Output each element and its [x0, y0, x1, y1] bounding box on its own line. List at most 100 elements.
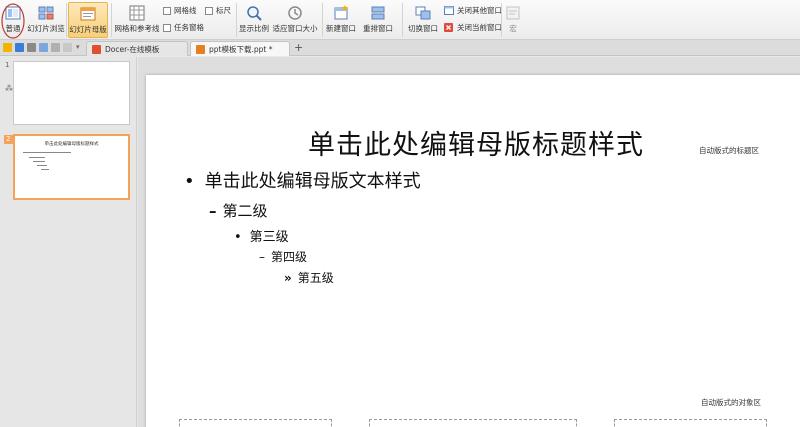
ribbon-toolbar: 普通 幻灯片浏览 幻灯片母版 网格和参考线 网格线 标尺 任务窗格 显示比例 适… [0, 0, 800, 40]
bullet-level-5[interactable]: » 第五级 [284, 269, 334, 286]
slide-master-label: 幻灯片母版 [69, 25, 107, 34]
slide-master-button[interactable]: 幻灯片母版 [68, 2, 108, 38]
bullet-level-1[interactable]: • 单击此处编辑母版文本样式 [184, 167, 421, 193]
chevron-down-icon[interactable]: ▾ [76, 43, 82, 52]
bullet-level-2[interactable]: – 第二级 [209, 200, 268, 221]
close-current-window-button[interactable]: 关闭当前窗口 [444, 22, 502, 33]
macro-icon [505, 5, 521, 21]
slide-editing-area: 单击此处编辑母版标题样式 自动版式的标题区 • 单击此处编辑母版文本样式 – 第… [138, 57, 800, 427]
new-tab-plus-icon[interactable]: + [294, 41, 303, 54]
checkbox-box[interactable] [163, 6, 171, 15]
zoom-label: 显示比例 [239, 24, 269, 33]
print-icon[interactable] [27, 43, 36, 52]
master-slide[interactable]: 单击此处编辑母版标题样式 自动版式的标题区 • 单击此处编辑母版文本样式 – 第… [146, 75, 800, 427]
thumbnail-number: 2 [6, 135, 11, 143]
macro-button[interactable]: 宏 [504, 2, 522, 38]
bullet-marker: » [284, 271, 292, 285]
bullet-text: 第五级 [297, 271, 334, 285]
thumbnail-line [23, 152, 71, 153]
fit-window-button[interactable]: 适应窗口大小 [272, 2, 318, 38]
thumbnail-slide-1[interactable] [13, 61, 130, 125]
close-red-icon [444, 23, 453, 32]
thumbnail-line [41, 169, 49, 170]
undo-icon[interactable] [51, 43, 60, 52]
pin-icon: ⁂ [5, 84, 13, 93]
magnifier-icon [246, 5, 262, 21]
footer-placeholder[interactable] [369, 419, 577, 427]
docer-icon [92, 44, 101, 54]
thumbnail-slide-2[interactable]: 单击此处编辑母版标题样式 [13, 134, 130, 200]
slide-thumbnail-pane: 1 ⁂ 2 单击此处编辑母版标题样式 [0, 57, 137, 427]
slide-number-placeholder[interactable] [614, 419, 767, 427]
bullet-text: 第三级 [249, 230, 289, 245]
bullet-marker: – [259, 250, 265, 264]
slide-sorter-label: 幻灯片浏览 [27, 24, 65, 33]
gridlines-label: 网格线 [174, 6, 197, 15]
close-other-windows-button[interactable]: 关闭其他窗口 [444, 5, 502, 16]
arrange-windows-label: 重排窗口 [363, 24, 393, 33]
master-title-placeholder[interactable]: 单击此处编辑母版标题样式 [146, 123, 800, 162]
open-folder-icon[interactable] [3, 43, 12, 52]
slide-sorter-icon [38, 5, 54, 21]
new-window-label: 新建窗口 [326, 24, 356, 33]
switch-window-button[interactable]: 切换窗口 [404, 2, 442, 38]
document-tab-bar: ▾ Docer-在线模板 ppt模板下载.ppt * + [0, 40, 800, 56]
bullet-marker: – [209, 202, 217, 220]
close-current-window-label: 关闭当前窗口 [457, 23, 502, 32]
zoom-button[interactable]: 显示比例 [238, 2, 270, 38]
ruler-label: 标尺 [216, 6, 231, 15]
grid-reference-label: 网格和参考线 [114, 24, 160, 33]
gridlines-checkbox[interactable]: 网格线 [163, 5, 197, 16]
tab-docer-templates[interactable]: Docer-在线模板 [86, 41, 188, 56]
ribbon-separator [501, 3, 502, 37]
ribbon-separator [66, 3, 67, 37]
close-other-windows-label: 关闭其他窗口 [457, 6, 502, 15]
windows-icon [444, 6, 454, 15]
bullet-text: 单击此处编辑母版文本样式 [204, 171, 421, 192]
checkbox-box[interactable] [205, 6, 213, 15]
taskpane-checkbox[interactable]: 任务窗格 [163, 22, 204, 33]
bullet-text: 第四级 [271, 250, 308, 264]
thumbnail-line [29, 157, 45, 158]
bullet-level-4[interactable]: – 第四级 [259, 248, 307, 265]
tab-label: ppt模板下载.ppt * [209, 44, 273, 54]
print-preview-icon[interactable] [39, 43, 48, 52]
fit-window-label: 适应窗口大小 [272, 24, 318, 33]
ribbon-separator [111, 3, 112, 37]
ribbon-separator [236, 3, 237, 37]
tab-current-document[interactable]: ppt模板下载.ppt * [190, 41, 290, 56]
ppt-file-icon [196, 44, 205, 54]
macro-label: 宏 [509, 24, 517, 33]
bullet-text: 第二级 [222, 202, 268, 220]
tab-label: Docer-在线模板 [105, 44, 160, 54]
new-window-icon [333, 5, 349, 21]
ribbon-separator [402, 3, 403, 37]
object-area-label: 自动版式的对象区 [701, 398, 761, 407]
taskpane-label: 任务窗格 [174, 23, 204, 32]
ribbon-separator [322, 3, 323, 37]
grid-reference-button[interactable]: 网格和参考线 [114, 2, 160, 38]
bullet-level-3[interactable]: • 第三级 [234, 226, 289, 245]
thumbnail-line [37, 165, 47, 166]
redo-icon[interactable] [63, 43, 72, 52]
thumbnail-number: 1 [5, 61, 10, 69]
ruler-checkbox[interactable]: 标尺 [205, 5, 231, 16]
arrange-windows-icon [370, 5, 386, 21]
highlight-circle-annotation [1, 3, 25, 39]
fit-window-icon [287, 5, 303, 21]
thumbnail-title: 单击此处编辑母版标题样式 [44, 142, 99, 147]
slide-sorter-button[interactable]: 幻灯片浏览 [27, 2, 65, 38]
bullet-marker: • [234, 230, 242, 245]
switch-window-icon [415, 5, 431, 21]
thumbnail-line [33, 161, 45, 162]
date-placeholder[interactable] [179, 419, 332, 427]
arrange-windows-button[interactable]: 重排窗口 [359, 2, 397, 38]
slide-master-icon [80, 6, 96, 22]
title-area-label: 自动版式的标题区 [699, 146, 759, 155]
switch-window-label: 切换窗口 [408, 24, 438, 33]
new-window-button[interactable]: 新建窗口 [325, 2, 357, 38]
grid-icon [129, 5, 145, 21]
checkbox-box[interactable] [163, 23, 171, 32]
bullet-marker: • [184, 171, 195, 192]
save-icon[interactable] [15, 43, 24, 52]
